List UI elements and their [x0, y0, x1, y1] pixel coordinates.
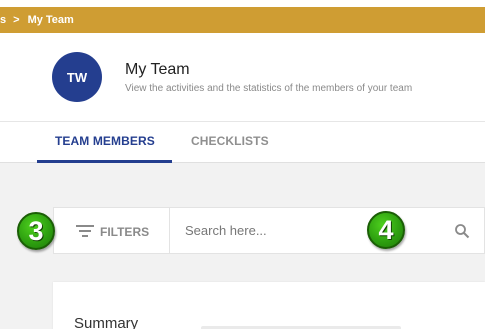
filter-search-bar: FILTERS	[53, 207, 485, 254]
page-subtitle: View the activities and the statistics o…	[125, 83, 413, 94]
summary-card: Summary	[53, 282, 485, 329]
step-badge-3: 3	[17, 212, 55, 250]
filter-lines-icon	[76, 225, 94, 237]
summary-title: Summary	[74, 315, 139, 329]
tab-checklists[interactable]: CHECKLISTS	[191, 134, 269, 148]
breadcrumb: s > My Team	[0, 7, 485, 33]
tab-team-members[interactable]: TEAM MEMBERS	[55, 134, 155, 148]
search-icon[interactable]	[454, 223, 470, 239]
tab-bar: TEAM MEMBERS CHECKLISTS	[0, 121, 485, 163]
team-avatar: TW	[52, 52, 102, 102]
step-badge-4: 4	[367, 211, 405, 249]
page-title: My Team	[125, 61, 190, 78]
filters-label: FILTERS	[100, 225, 150, 239]
breadcrumb-parent[interactable]: s	[0, 14, 6, 26]
page-header: TW My Team View the activities and the s…	[0, 33, 485, 121]
breadcrumb-separator: >	[13, 14, 20, 26]
filters-button[interactable]: FILTERS	[54, 208, 170, 253]
active-tab-indicator	[37, 160, 172, 163]
breadcrumb-current: My Team	[27, 14, 74, 26]
